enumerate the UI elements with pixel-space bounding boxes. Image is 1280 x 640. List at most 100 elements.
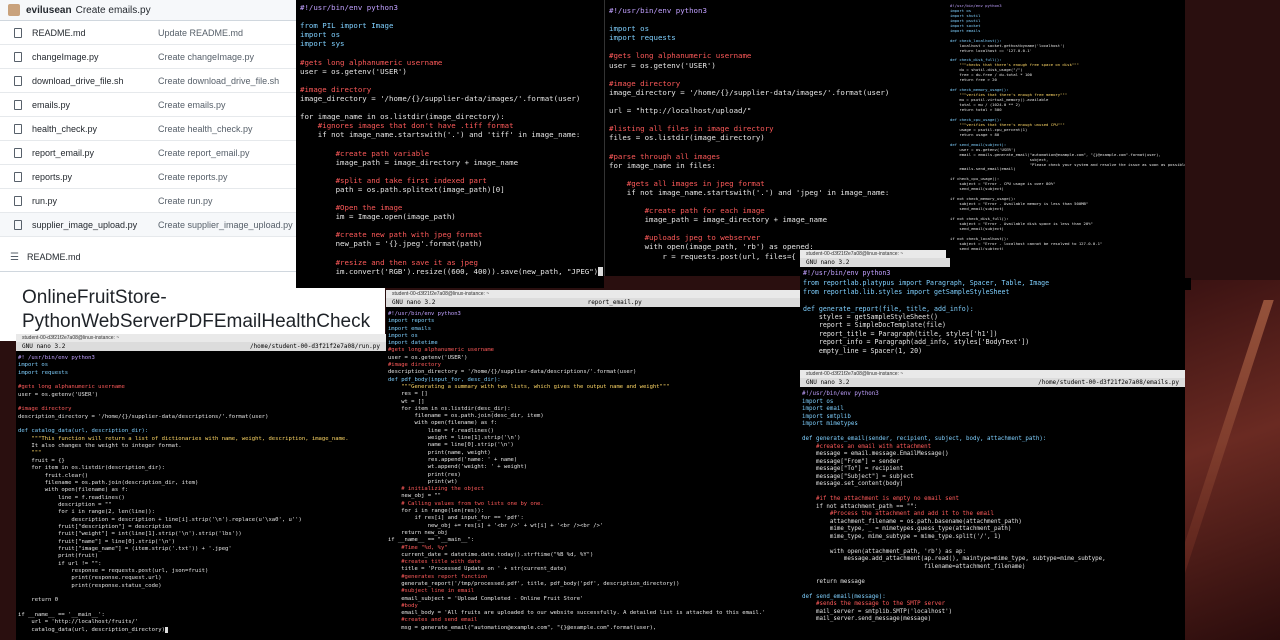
code-line: if __name__ == "__main__": <box>388 537 475 544</box>
code-line: description_directory = '/home/{}/suppli… <box>388 369 637 376</box>
file-row[interactable]: download_drive_file.sh Create download_dr… <box>0 69 296 93</box>
file-row[interactable]: run.py Create run.py <box>0 189 296 213</box>
file-row[interactable]: README.md Update README.md <box>0 21 296 45</box>
code-line: #image directory <box>300 84 372 94</box>
commit-author[interactable]: evilusean <box>26 5 72 16</box>
commit-message-link[interactable]: Create health_check.py <box>158 124 253 134</box>
code-line: for image_name in files: <box>609 160 716 170</box>
code-line: import emails <box>388 325 432 332</box>
commit-message-link[interactable]: Create run.py <box>158 196 213 206</box>
terminal-title[interactable]: student-00-d3f21f2e7a08@linux-instance: … <box>800 250 946 258</box>
avatar[interactable] <box>8 4 20 16</box>
nano-header: GNU nano 3.2 report_email.py <box>386 298 800 307</box>
code-reports[interactable]: from reportlab.platypus import Paragraph… <box>800 279 1185 355</box>
code-line: #subject line in email <box>388 588 475 595</box>
code-line: description_directory = '/home/{}/suppli… <box>18 413 269 420</box>
code-line: res = [] <box>388 391 428 398</box>
nano-file-path: /home/student-00-d3f21f2e7a08/emails.py <box>1038 379 1179 386</box>
editor-changeimage[interactable]: #!/usr/bin/env python3 from PIL import I… <box>296 0 604 288</box>
code-line: #body <box>388 602 418 609</box>
code-line: response = requests.post(url, json=fruit… <box>18 567 209 574</box>
reports-shebang: #!/usr/bin/env python3 <box>800 267 1185 279</box>
file-name-link[interactable]: emails.py <box>32 100 158 110</box>
code-line: print(wt) <box>388 478 458 485</box>
code-line: fruit["weight"] = int(line[1].strip('\n'… <box>18 531 242 538</box>
code-line: #gets long alphanumeric username <box>18 384 125 391</box>
code-line: send_email(subject) <box>950 186 1004 192</box>
code-line: message.set_content(body) <box>802 481 904 487</box>
code-line: import requests <box>609 33 676 43</box>
code-line: send_email(subject) <box>950 225 1004 231</box>
commit-message-link[interactable]: Create supplier_image_upload.py <box>158 220 293 230</box>
file-row[interactable]: reports.py Create reports.py <box>0 165 296 189</box>
code-supplier-upload[interactable]: #!/usr/bin/env python3 import os import … <box>605 0 949 267</box>
code-line: user = os.getenv('USER') <box>609 60 716 70</box>
code-report-email[interactable]: #!/usr/bin/env python3 import reports im… <box>386 307 800 636</box>
code-line: #create path variable <box>300 148 430 158</box>
readme-title: OnlineFruitStore-PythonWebServerPDFEmail… <box>0 282 385 334</box>
file-name-link[interactable]: report_email.py <box>32 148 158 158</box>
code-line: print(fruit) <box>18 553 99 560</box>
file-row[interactable]: supplier_image_upload.py Create supplier_… <box>0 213 296 237</box>
file-name-link[interactable]: supplier_image_upload.py <box>32 220 158 230</box>
file-icon <box>14 51 22 62</box>
code-line: #image directory <box>18 406 72 413</box>
code-run[interactable]: #! /usr/bin/env python3 import os import… <box>16 351 386 638</box>
file-row[interactable]: changeImage.py Create changeImage.py <box>0 45 296 69</box>
code-line: image_path = image_directory + image_nam… <box>300 157 519 167</box>
terminal-title[interactable]: student-00-d3f21f2e7a08@linux-instance: … <box>800 370 1185 378</box>
code-line: message["From"] = sender <box>802 458 900 465</box>
file-name-link[interactable]: run.py <box>32 196 158 206</box>
terminal-title[interactable]: student-00-d3f21f2e7a08@linux-instance: … <box>16 334 386 342</box>
code-line: #gets long alphanumeric username <box>300 57 443 67</box>
commit-message-link[interactable]: Create download_drive_file.sh <box>158 76 279 86</box>
code-line: description = "" <box>18 501 112 508</box>
file-row[interactable]: health_check.py Create health_check.py <box>0 117 296 141</box>
code-line: path = os.path.splitext(image_path)[0] <box>300 184 505 194</box>
file-name-link[interactable]: changeImage.py <box>32 52 158 62</box>
code-line: import emails <box>950 27 981 33</box>
editor-supplier-upload[interactable]: #!/usr/bin/env python3 import os import … <box>604 0 949 276</box>
file-name-link[interactable]: README.md <box>32 28 158 38</box>
editor-health-check[interactable]: #!/usr/bin/env python3 import os import … <box>948 0 1185 270</box>
code-health-check[interactable]: #!/usr/bin/env python3 import os import … <box>948 0 1185 256</box>
editor-reports[interactable]: student-00-d3f21f2e7a08@linux-instance: … <box>800 250 1185 370</box>
commit-message-link[interactable]: Update README.md <box>158 28 243 38</box>
file-name-link[interactable]: download_drive_file.sh <box>32 76 158 86</box>
editor-report-email[interactable]: student-00-d3f21f2e7a08@linux-instance: … <box>386 290 800 640</box>
code-line: #listing all files in image directory <box>609 124 774 134</box>
file-name-link[interactable]: reports.py <box>32 172 158 182</box>
code-line: import os <box>388 332 418 339</box>
code-line: return total > 500 <box>950 107 1002 113</box>
commit-message[interactable]: Create emails.py <box>76 5 151 16</box>
code-line: #sends the message to the SMTP server <box>802 601 946 607</box>
code-line: message.add_attachment(ap.read(), mainty… <box>802 556 1106 562</box>
code-line: if not attachment_path == "": <box>802 503 918 510</box>
file-name-link[interactable]: health_check.py <box>32 124 158 134</box>
commit-message-link[interactable]: Create emails.py <box>158 100 226 110</box>
code-line: def send_email(message): <box>802 593 886 600</box>
commit-message-link[interactable]: Create reports.py <box>158 172 228 182</box>
file-row[interactable]: report_email.py Create report_email.py <box>0 141 296 165</box>
terminal-title[interactable]: student-00-d3f21f2e7a08@linux-instance: … <box>386 290 800 298</box>
code-line: import os <box>300 30 341 40</box>
code-line: #!/usr/bin/env python3 <box>802 391 879 397</box>
commit-message-link[interactable]: Create report_email.py <box>158 148 250 158</box>
code-line: #Open the image <box>300 203 403 213</box>
commit-message-link[interactable]: Create changeImage.py <box>158 52 254 62</box>
code-line: weight = line[1].strip('\n') <box>388 435 521 442</box>
code-emails[interactable]: #!/usr/bin/env python3 import os import … <box>800 387 1185 628</box>
code-line: #! /usr/bin/env python3 <box>18 355 95 361</box>
editor-emails[interactable]: student-00-d3f21f2e7a08@linux-instance: … <box>800 370 1185 640</box>
code-changeimage[interactable]: #!/usr/bin/env python3 from PIL import I… <box>296 0 604 279</box>
code-line: filename = os.path.join(description_dir,… <box>18 479 199 486</box>
list-icon[interactable]: ☰ <box>10 252 19 263</box>
code-line: #creates and send email <box>388 617 478 624</box>
code-line: #create new path with jpeg format <box>300 230 483 240</box>
code-line: import os <box>609 24 650 34</box>
code-line: if url != "": <box>18 560 102 567</box>
code-line: #parse through all images <box>609 151 721 161</box>
file-row[interactable]: emails.py Create emails.py <box>0 93 296 117</box>
code-line: user = os.getenv('USER') <box>388 354 468 361</box>
editor-run[interactable]: student-00-d3f21f2e7a08@linux-instance: … <box>16 334 386 640</box>
